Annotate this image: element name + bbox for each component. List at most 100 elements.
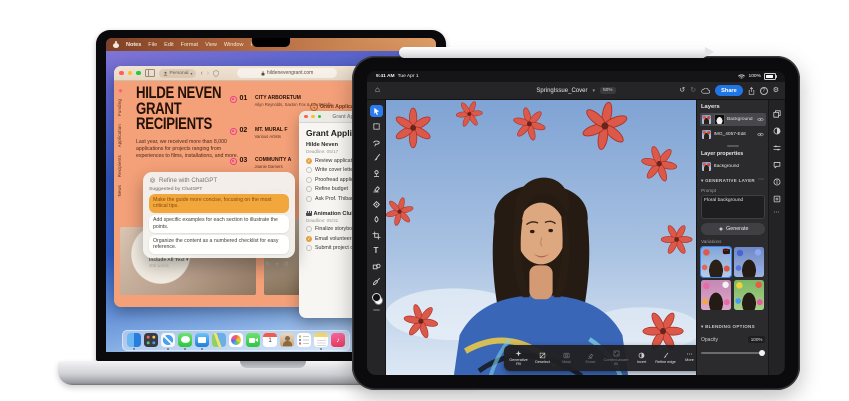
export-icon[interactable] (748, 87, 755, 95)
transform-tool[interactable] (370, 121, 383, 133)
checkbox-checked-icon[interactable]: ✓ (306, 158, 312, 164)
address-bar[interactable]: hildenevengrant.com (237, 68, 337, 78)
menu-window[interactable]: Window (224, 42, 244, 48)
help-icon[interactable]: ? (760, 87, 768, 95)
close-window-button[interactable] (119, 71, 124, 76)
layer-row-background[interactable]: Background (700, 113, 766, 126)
checkbox-empty-icon[interactable] (306, 196, 312, 202)
brush-tool[interactable] (370, 152, 383, 164)
more-panels-icon[interactable]: ⋯ (774, 212, 780, 214)
undo-icon[interactable]: ↺ (257, 261, 262, 268)
checkbox-empty-icon[interactable] (306, 167, 312, 173)
undo-icon[interactable]: ↺ (679, 87, 685, 94)
close-window-button[interactable] (304, 115, 308, 119)
suggestion-pill-highlighted[interactable]: Make the guide more concise, focusing on… (149, 194, 289, 213)
erase-button[interactable]: Erase (579, 352, 602, 364)
layers-panel-icon[interactable] (773, 110, 781, 118)
visibility-eye-icon[interactable] (757, 117, 764, 122)
menu-app-name[interactable]: Notes (126, 42, 141, 48)
dock-icon-safari[interactable] (161, 333, 175, 347)
profile-switcher[interactable]: Personal ▾ (159, 69, 197, 78)
list-item[interactable]: 01 CITY ARBORETUM Ailyn Reynolds, Saxton… (230, 95, 366, 107)
apple-logo-icon[interactable] (113, 41, 119, 48)
color-swatches[interactable] (372, 293, 381, 302)
add-layer-icon[interactable] (773, 195, 781, 203)
checkbox-checked-icon[interactable]: ✓ (306, 236, 312, 242)
checkbox-empty-icon[interactable] (306, 245, 312, 251)
privacy-shield-icon[interactable] (213, 70, 219, 77)
checkbox-empty-icon[interactable] (306, 177, 312, 183)
eraser-tool[interactable] (370, 183, 383, 195)
variation-thumbnail-1[interactable]: ⋯ (701, 247, 731, 277)
content-aware-fill-button[interactable]: Content-aware fill (603, 350, 629, 366)
menu-edit[interactable]: Edit (164, 42, 173, 48)
menu-format[interactable]: Format (181, 42, 198, 48)
properties-icon[interactable] (773, 144, 781, 152)
document-title[interactable]: SpringIssue_Cover (536, 88, 587, 94)
sidebar-toggle-icon[interactable] (145, 69, 155, 78)
forward-button[interactable]: › (207, 70, 209, 77)
scope-selector[interactable]: Include All Text ▾ (149, 257, 188, 263)
layer-thumbnail[interactable] (702, 115, 711, 124)
menu-file[interactable]: File (148, 42, 157, 48)
crop-tool[interactable] (370, 229, 383, 241)
move-tool[interactable] (370, 105, 383, 117)
settings-gear-icon[interactable]: ⚙ (773, 87, 779, 94)
canvas[interactable]: Generative Fill Deselect Mask Erase (386, 100, 696, 375)
redo-icon[interactable]: ↻ (690, 87, 696, 94)
variation-thumbnail-3[interactable] (701, 280, 731, 310)
blending-options-header[interactable]: ▾ BLENDING OPTIONS (701, 324, 755, 330)
layer-thumbnail[interactable] (702, 130, 711, 139)
dock-icon-music[interactable]: ♪ (331, 333, 345, 347)
dock-icon-contacts[interactable] (280, 333, 294, 347)
comments-icon[interactable] (773, 161, 781, 169)
dock-icon-launchpad[interactable] (144, 333, 158, 347)
opacity-value[interactable]: 100% (748, 336, 765, 343)
generate-button[interactable]: Generate (701, 223, 765, 235)
dock-icon-photos[interactable] (229, 333, 243, 347)
properties-layer-row[interactable]: Background (700, 160, 766, 173)
checkbox-empty-icon[interactable] (306, 226, 312, 232)
minimize-window-button[interactable] (311, 115, 315, 119)
dock-icon-reminders[interactable] (297, 333, 311, 347)
panel-resize-handle[interactable] (727, 145, 739, 147)
nav-application[interactable]: Application (117, 124, 122, 147)
lasso-tool[interactable] (370, 136, 383, 148)
toolbar-handle[interactable] (373, 309, 380, 311)
suggestion-pill[interactable]: Organize the content as a numbered check… (149, 235, 289, 254)
smudge-tool[interactable] (370, 214, 383, 226)
nav-recipients[interactable]: Recipients (117, 155, 122, 177)
minimize-window-button[interactable] (128, 71, 133, 76)
layer-row-img[interactable]: IMG_4057-Edit (700, 128, 766, 141)
type-tool[interactable]: T (370, 245, 383, 257)
nav-funding[interactable]: Funding (117, 99, 122, 116)
clone-stamp-tool[interactable] (370, 167, 383, 179)
chevron-down-icon[interactable]: ▾ (592, 88, 595, 94)
sparkle-icon[interactable]: ✳ (275, 261, 280, 268)
dock-icon-messages[interactable] (178, 333, 192, 347)
zoom-window-button[interactable] (136, 71, 141, 76)
visibility-eye-icon[interactable] (757, 132, 764, 137)
zoom-window-button[interactable] (318, 115, 322, 119)
zoom-level-badge[interactable]: 50% (600, 87, 616, 94)
healing-brush-tool[interactable] (370, 198, 383, 210)
slider-knob[interactable] (759, 350, 765, 356)
dock-icon-finder[interactable] (127, 333, 141, 347)
suggestion-pill[interactable]: Add specific examples for each section t… (149, 215, 289, 234)
back-button[interactable]: ‹ (200, 70, 202, 77)
site-logo-icon[interactable]: ✳ (118, 88, 123, 95)
mask-button[interactable]: Mask (555, 352, 578, 364)
adjustments-icon[interactable] (773, 127, 781, 135)
more-button[interactable]: ⋯ More (678, 354, 696, 362)
refine-edge-button[interactable]: Refine edge (654, 352, 677, 364)
nav-news[interactable]: News (117, 185, 122, 197)
deselect-button[interactable]: Deselect (531, 352, 554, 364)
opacity-slider[interactable] (701, 350, 765, 356)
dock-icon-calendar[interactable]: 1 (263, 333, 277, 347)
dock-icon-mail[interactable] (195, 333, 209, 347)
settings-gear-icon[interactable]: ⚙ (284, 261, 289, 268)
eyedropper-tool[interactable] (370, 276, 383, 288)
dock-icon-maps[interactable] (212, 333, 226, 347)
invert-button[interactable]: Invert (630, 352, 653, 364)
share-button[interactable]: Share (715, 85, 743, 96)
